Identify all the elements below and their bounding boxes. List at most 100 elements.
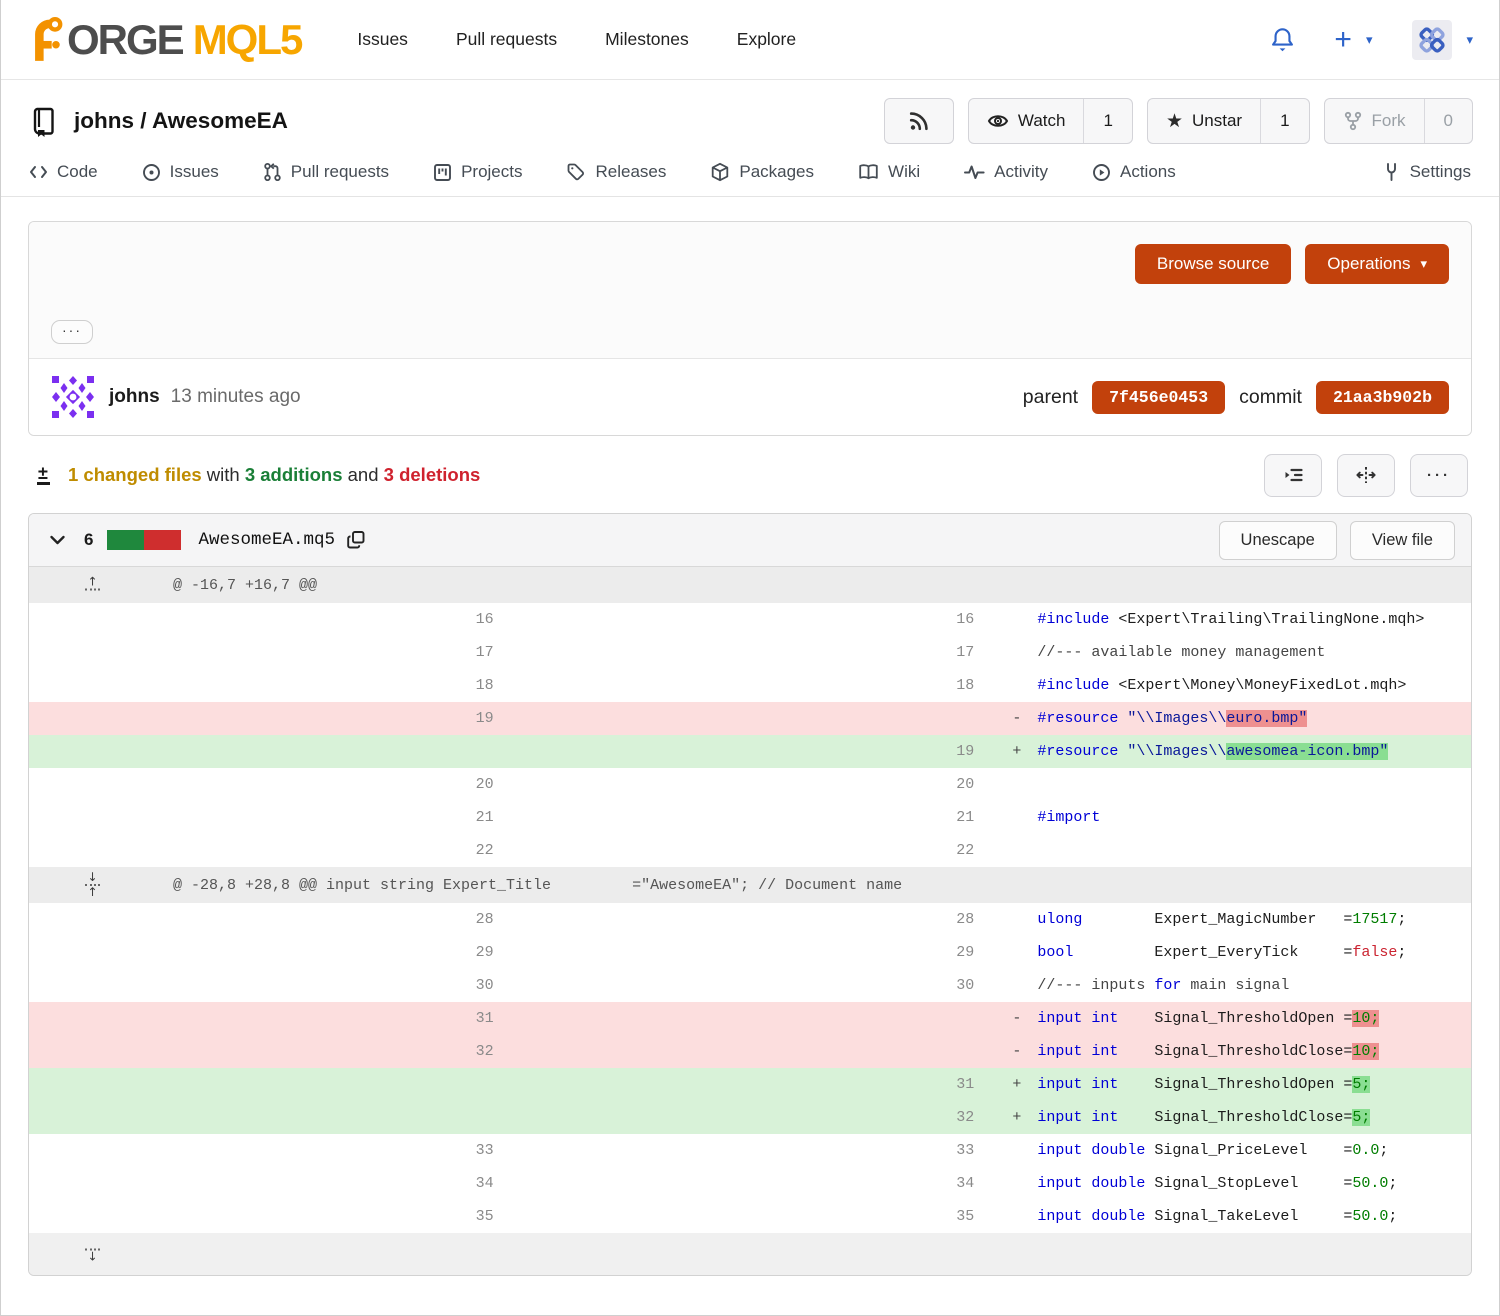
parent-hash-button[interactable]: 7f456e0453 (1092, 381, 1225, 414)
commit-author-name[interactable]: johns (109, 386, 160, 408)
repo-name-link[interactable]: AwesomeEA (152, 108, 288, 133)
watch-count[interactable]: 1 (1083, 99, 1131, 143)
new-line-number[interactable]: 21 (510, 801, 991, 834)
old-line-number[interactable] (29, 1068, 510, 1101)
new-line-number[interactable]: 34 (510, 1167, 991, 1200)
new-line-number[interactable]: 35 (510, 1200, 991, 1233)
expand-down-icon[interactable]: ↓ (85, 1247, 100, 1262)
diff-line-ctx: 2929bool Expert_EveryTick =false; // (29, 936, 1471, 969)
diff-table: ↑@ -16,7 +16,7 @@1616#include <Expert\Tr… (29, 567, 1471, 1275)
expand-both-icon[interactable]: ↓↑ (85, 873, 100, 897)
user-menu-caret-icon[interactable]: ▾ (1466, 32, 1473, 48)
old-line-number[interactable]: 29 (29, 936, 510, 969)
diff-expand-footer-row: ↓ (29, 1233, 1471, 1275)
repo-owner-link[interactable]: johns (74, 108, 134, 133)
unescape-button[interactable]: Unescape (1219, 521, 1337, 560)
nav-link-milestones[interactable]: Milestones (605, 29, 689, 50)
user-avatar[interactable] (1412, 20, 1452, 60)
old-line-number[interactable]: 35 (29, 1200, 510, 1233)
old-line-number[interactable]: 31 (29, 1002, 510, 1035)
diff-options-button[interactable]: ··· (1410, 454, 1468, 497)
diff-hunk-row: ↑@ -16,7 +16,7 @@ (29, 567, 1471, 603)
tab-issues[interactable]: Issues (142, 162, 219, 182)
new-line-number[interactable] (510, 1002, 991, 1035)
new-line-number[interactable]: 19 (510, 735, 991, 768)
code-content: input double Signal_PriceLevel =0.0; // … (990, 1134, 1471, 1167)
new-line-number[interactable]: 33 (510, 1134, 991, 1167)
old-line-number[interactable]: 16 (29, 603, 510, 636)
new-line-number[interactable]: 32 (510, 1101, 991, 1134)
old-line-number[interactable]: 28 (29, 903, 510, 936)
code-content: #import (990, 801, 1471, 834)
new-line-number[interactable]: 16 (510, 603, 991, 636)
new-line-number[interactable] (510, 1035, 991, 1068)
old-line-number[interactable]: 21 (29, 801, 510, 834)
nav-link-issues[interactable]: Issues (357, 29, 408, 50)
create-new-button[interactable]: + (1334, 25, 1352, 55)
commit-message-toggle-button[interactable]: ··· (51, 320, 93, 344)
browse-source-button[interactable]: Browse source (1135, 244, 1291, 284)
old-line-number[interactable] (29, 735, 510, 768)
nav-link-explore[interactable]: Explore (737, 29, 796, 50)
new-line-number[interactable]: 29 (510, 936, 991, 969)
diff-filename[interactable]: AwesomeEA.mq5 (198, 530, 335, 550)
commit-card: Browse source Operations ▾ ··· (28, 221, 1472, 436)
new-line-number[interactable]: 30 (510, 969, 991, 1002)
old-line-number[interactable]: 30 (29, 969, 510, 1002)
unstar-button[interactable]: ★ Unstar (1148, 99, 1260, 143)
new-line-number[interactable]: 28 (510, 903, 991, 936)
old-line-number[interactable]: 32 (29, 1035, 510, 1068)
new-line-number[interactable]: 31 (510, 1068, 991, 1101)
watch-button[interactable]: Watch (969, 99, 1084, 143)
create-new-caret-icon[interactable]: ▾ (1366, 32, 1373, 48)
commit-hash-button[interactable]: 21aa3b902b (1316, 381, 1449, 414)
new-line-number[interactable]: 20 (510, 768, 991, 801)
tab-activity[interactable]: Activity (964, 162, 1048, 182)
rss-icon (908, 110, 930, 132)
star-count[interactable]: 1 (1260, 99, 1308, 143)
old-line-number[interactable]: 34 (29, 1167, 510, 1200)
old-line-number[interactable]: 17 (29, 636, 510, 669)
collapse-file-chevron-icon[interactable] (49, 533, 66, 547)
view-file-button[interactable]: View file (1350, 521, 1455, 560)
watch-button-group: Watch 1 (968, 98, 1133, 144)
old-line-number[interactable]: 18 (29, 669, 510, 702)
old-line-number[interactable]: 33 (29, 1134, 510, 1167)
old-line-number[interactable] (29, 1101, 510, 1134)
site-logo[interactable]: ORGE MQL5 (27, 16, 301, 64)
split-view-button[interactable] (1337, 454, 1395, 497)
fork-count[interactable]: 0 (1424, 99, 1472, 143)
project-icon (433, 163, 452, 182)
tab-pull-requests[interactable]: Pull requests (263, 162, 389, 182)
nav-link-pull-requests[interactable]: Pull requests (456, 29, 557, 50)
new-line-number[interactable] (510, 702, 991, 735)
old-line-number[interactable]: 20 (29, 768, 510, 801)
code-content (990, 768, 1471, 801)
old-line-number[interactable]: 19 (29, 702, 510, 735)
logo-f-icon (27, 16, 65, 64)
fork-button[interactable]: Fork (1325, 99, 1424, 143)
whitespace-options-button[interactable] (1264, 454, 1322, 497)
commit-card-top: Browse source Operations ▾ ··· (29, 222, 1471, 358)
repo-book-icon (29, 106, 58, 137)
old-line-number[interactable]: 22 (29, 834, 510, 867)
tab-wiki[interactable]: Wiki (858, 162, 920, 182)
new-line-number[interactable]: 22 (510, 834, 991, 867)
expand-up-icon[interactable]: ↑ (85, 578, 100, 593)
diff-stat-bar (107, 530, 181, 550)
tab-projects[interactable]: Projects (433, 162, 522, 182)
tab-actions[interactable]: Actions (1092, 162, 1176, 182)
code-content: //--- inputs for main signal (990, 969, 1471, 1002)
tab-settings[interactable]: Settings (1382, 162, 1471, 182)
tab-packages[interactable]: Packages (710, 162, 814, 182)
rss-feed-button[interactable] (884, 98, 954, 144)
notifications-bell-icon[interactable] (1269, 26, 1296, 54)
copy-filename-icon[interactable] (346, 530, 366, 550)
fork-button-group: Fork 0 (1324, 98, 1473, 144)
new-line-number[interactable]: 18 (510, 669, 991, 702)
tab-code[interactable]: Code (29, 162, 98, 182)
tab-releases[interactable]: Releases (566, 162, 666, 182)
commit-author-avatar[interactable] (51, 375, 95, 419)
new-line-number[interactable]: 17 (510, 636, 991, 669)
operations-button[interactable]: Operations ▾ (1305, 244, 1449, 284)
